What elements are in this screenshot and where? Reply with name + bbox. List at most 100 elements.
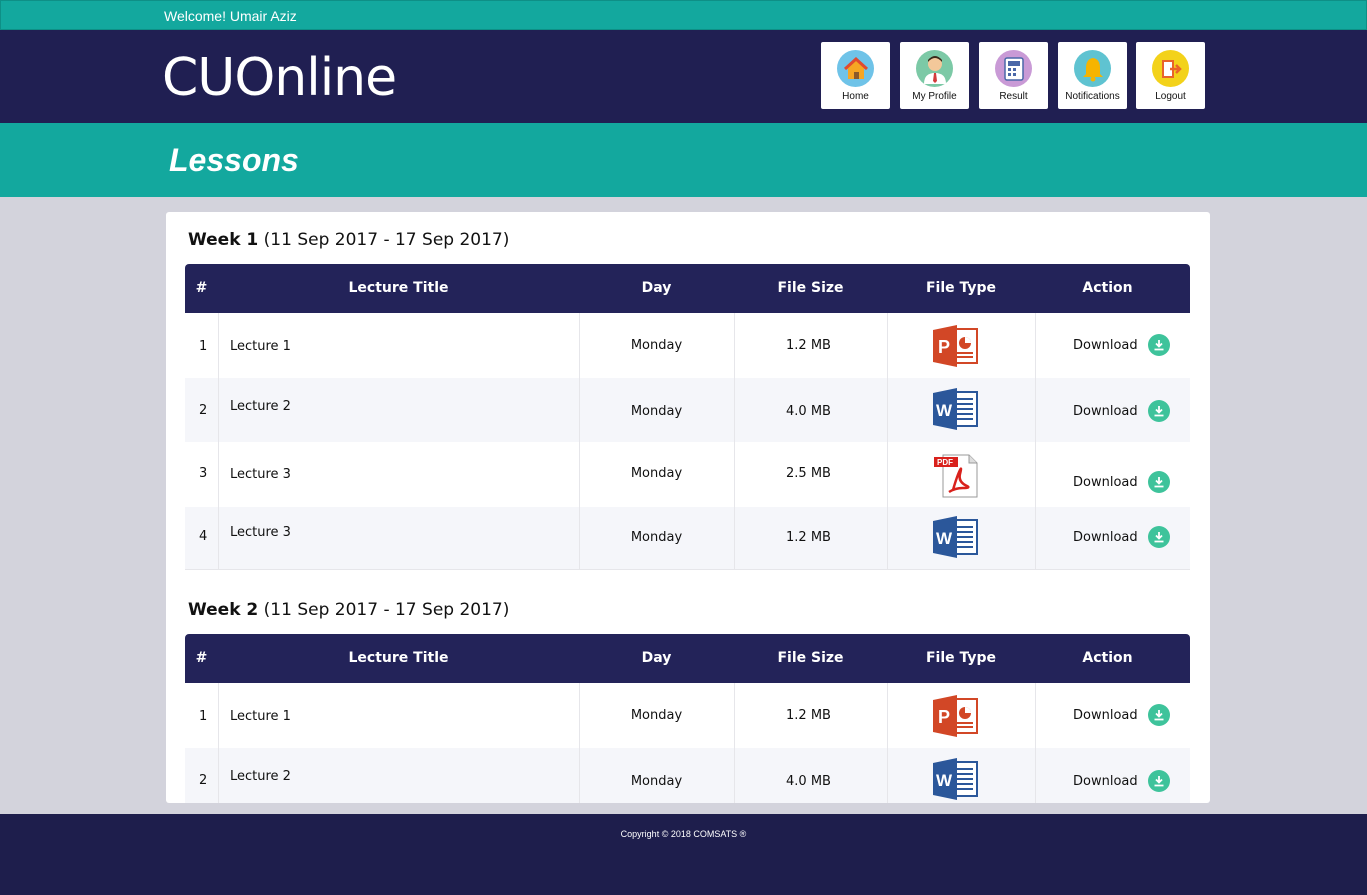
column-divider bbox=[1035, 683, 1036, 803]
ppt-letter: P bbox=[938, 707, 950, 727]
download-label[interactable]: Download bbox=[1073, 338, 1138, 353]
nav-logout-label: Logout bbox=[1155, 91, 1186, 102]
header: CUOnline Home My Profile Result Notifica… bbox=[0, 30, 1367, 123]
download-button[interactable]: Download bbox=[1073, 770, 1170, 792]
result-icon bbox=[995, 50, 1032, 87]
home-icon bbox=[837, 50, 874, 87]
lecture-day: Monday bbox=[630, 338, 683, 353]
column-divider bbox=[887, 313, 888, 570]
week-1-table: # Lecture Title Day File Size File Type … bbox=[185, 264, 1190, 571]
word-file-icon: W bbox=[933, 758, 979, 803]
lecture-day: Monday bbox=[630, 774, 683, 789]
lecture-title[interactable]: Lecture 2 bbox=[230, 769, 291, 784]
nav-notifications-label: Notifications bbox=[1065, 91, 1120, 102]
lecture-title[interactable]: Lecture 1 bbox=[230, 709, 291, 724]
download-button[interactable]: Download bbox=[1073, 526, 1170, 548]
download-label[interactable]: Download bbox=[1073, 404, 1138, 419]
ppt-letter: P bbox=[938, 337, 950, 357]
page-title-bar: Lessons bbox=[0, 123, 1367, 197]
download-label[interactable]: Download bbox=[1073, 530, 1138, 545]
lecture-day: Monday bbox=[630, 466, 683, 481]
column-divider bbox=[218, 683, 219, 803]
column-divider bbox=[734, 683, 735, 803]
week-1-range: (11 Sep 2017 - 17 Sep 2017) bbox=[263, 230, 510, 250]
powerpoint-file-icon: P bbox=[933, 325, 979, 371]
nav-logout-button[interactable]: Logout bbox=[1136, 42, 1205, 109]
col-type-header: File Type bbox=[925, 650, 997, 666]
table-row: 1 Lecture 1 Monday 1.2 MB P Download bbox=[185, 313, 1190, 378]
download-icon[interactable] bbox=[1147, 704, 1170, 726]
footer: Copyright © 2018 COMSATS ® bbox=[0, 814, 1367, 895]
top-bar: Welcome! Umair Aziz bbox=[0, 0, 1367, 30]
download-label[interactable]: Download bbox=[1073, 475, 1138, 490]
download-icon[interactable] bbox=[1147, 334, 1170, 356]
row-num: 1 bbox=[199, 709, 208, 724]
file-size: 1.2 MB bbox=[786, 338, 831, 353]
lecture-title[interactable]: Lecture 2 bbox=[230, 399, 291, 414]
download-button[interactable]: Download bbox=[1073, 400, 1170, 422]
nav-my-profile-button[interactable]: My Profile bbox=[900, 42, 969, 109]
download-icon[interactable] bbox=[1147, 770, 1170, 792]
download-button[interactable]: Download bbox=[1073, 334, 1170, 356]
column-divider bbox=[1035, 313, 1036, 570]
powerpoint-file-icon: P bbox=[933, 695, 979, 741]
download-button[interactable]: Download bbox=[1073, 471, 1170, 493]
col-day-header: Day bbox=[641, 280, 672, 296]
table-row: 3 Lecture 3 Monday 2.5 MB PDF Download bbox=[185, 442, 1190, 507]
table-row: 2 Lecture 2 Monday 4.0 MB W Download bbox=[185, 748, 1190, 803]
copyright-text: Copyright © 2018 COMSATS ® bbox=[620, 829, 747, 839]
column-divider bbox=[579, 683, 580, 803]
file-size: 1.2 MB bbox=[786, 530, 831, 545]
bell-icon bbox=[1074, 50, 1111, 87]
col-title-header: Lecture Title bbox=[348, 280, 449, 296]
word-letter: W bbox=[936, 771, 953, 790]
file-size: 1.2 MB bbox=[786, 708, 831, 723]
pdf-file-icon: PDF bbox=[933, 454, 979, 502]
profile-icon bbox=[916, 50, 953, 87]
download-button[interactable]: Download bbox=[1073, 704, 1170, 726]
lessons-card: Week 1 (11 Sep 2017 - 17 Sep 2017) # Lec… bbox=[166, 212, 1210, 803]
column-divider bbox=[218, 313, 219, 570]
download-icon[interactable] bbox=[1147, 526, 1170, 548]
row-num: 2 bbox=[199, 773, 208, 788]
nav-my-profile-label: My Profile bbox=[912, 91, 957, 102]
week-2-table: # Lecture Title Day File Size File Type … bbox=[185, 634, 1190, 803]
nav-home-button[interactable]: Home bbox=[821, 42, 890, 109]
col-day-header: Day bbox=[641, 650, 672, 666]
week-2-label: Week 2 bbox=[188, 600, 259, 620]
download-icon[interactable] bbox=[1147, 471, 1170, 493]
file-size: 4.0 MB bbox=[786, 404, 831, 419]
pdf-label: PDF bbox=[937, 458, 953, 467]
page-title: Lessons bbox=[169, 142, 299, 178]
table-row: 4 Lecture 3 Monday 1.2 MB W Download bbox=[185, 507, 1190, 570]
download-icon[interactable] bbox=[1147, 400, 1170, 422]
word-file-icon: W bbox=[933, 388, 979, 434]
file-size: 2.5 MB bbox=[786, 466, 831, 481]
table-row: 2 Lecture 2 Monday 4.0 MB W Download bbox=[185, 378, 1190, 442]
table-header: # Lecture Title Day File Size File Type … bbox=[185, 634, 1190, 683]
table-header: # Lecture Title Day File Size File Type … bbox=[185, 264, 1190, 313]
word-file-icon: W bbox=[933, 516, 979, 562]
week-2-range: (11 Sep 2017 - 17 Sep 2017) bbox=[263, 600, 510, 620]
row-num: 4 bbox=[199, 529, 208, 544]
row-num: 2 bbox=[199, 403, 208, 418]
lecture-title[interactable]: Lecture 3 bbox=[230, 467, 291, 482]
col-size-header: File Size bbox=[777, 650, 844, 666]
col-type-header: File Type bbox=[925, 280, 997, 296]
download-label[interactable]: Download bbox=[1073, 708, 1138, 723]
column-divider bbox=[734, 313, 735, 570]
col-num-header: # bbox=[195, 650, 208, 666]
lecture-title[interactable]: Lecture 1 bbox=[230, 339, 291, 354]
lecture-day: Monday bbox=[630, 530, 683, 545]
welcome-text: Welcome! Umair Aziz bbox=[164, 8, 297, 24]
week-2-heading: Week 2 (11 Sep 2017 - 17 Sep 2017) bbox=[188, 600, 509, 620]
nav-notifications-button[interactable]: Notifications bbox=[1058, 42, 1127, 109]
nav-result-button[interactable]: Result bbox=[979, 42, 1048, 109]
lecture-title[interactable]: Lecture 3 bbox=[230, 525, 291, 540]
download-label[interactable]: Download bbox=[1073, 774, 1138, 789]
col-action-header: Action bbox=[1082, 650, 1133, 666]
cuonline-logo[interactable]: CUOnline bbox=[162, 52, 397, 104]
row-num: 3 bbox=[199, 466, 208, 481]
nav-result-label: Result bbox=[999, 91, 1028, 102]
logout-icon bbox=[1152, 50, 1189, 87]
